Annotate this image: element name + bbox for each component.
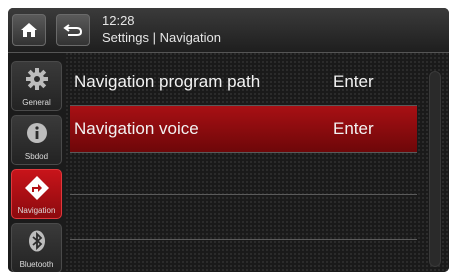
row-divider: [70, 239, 417, 240]
setting-label: Navigation program path: [74, 72, 261, 91]
setting-value: Enter: [333, 119, 374, 138]
home-button[interactable]: [12, 14, 46, 46]
setting-row-empty: [70, 195, 417, 241]
gear-icon: [25, 68, 48, 90]
clock-time: 12:28: [102, 13, 135, 28]
head-unit-screen: 12:28 Settings | Navigation General Sbdo…: [8, 8, 449, 272]
settings-list: Navigation program path Enter Navigation…: [66, 53, 449, 272]
setting-row-navigation-voice[interactable]: Navigation voice Enter: [70, 106, 417, 152]
breadcrumb: Settings | Navigation: [102, 30, 221, 45]
setting-label: Navigation voice: [74, 119, 199, 138]
sidebar-item-label: General: [22, 98, 51, 107]
sidebar-item-label: Sbdod: [24, 152, 49, 161]
scrollbar[interactable]: [429, 71, 441, 267]
sidebar-item-label: Bluetooth: [19, 260, 54, 269]
settings-sidebar: General Sbdod Navigation Bluetooth: [8, 53, 66, 272]
sidebar-item-label: Navigation: [17, 206, 56, 215]
setting-row-empty: [70, 153, 417, 199]
sidebar-item-general[interactable]: General: [11, 61, 62, 111]
setting-row-program-path[interactable]: Navigation program path Enter: [70, 59, 417, 105]
back-arrow-icon: [63, 24, 83, 36]
sidebar-item-navigation[interactable]: Navigation: [11, 169, 62, 219]
sidebar-item-bluetooth[interactable]: Bluetooth: [11, 223, 62, 272]
title-bar: 12:28 Settings | Navigation: [8, 8, 449, 53]
home-icon: [21, 23, 37, 37]
sidebar-item-sbdod[interactable]: Sbdod: [11, 115, 62, 165]
bluetooth-icon: [28, 230, 45, 252]
setting-value: Enter: [333, 72, 374, 91]
info-icon: [26, 123, 47, 143]
navigation-arrow-icon: [24, 176, 49, 200]
back-button[interactable]: [56, 14, 90, 46]
